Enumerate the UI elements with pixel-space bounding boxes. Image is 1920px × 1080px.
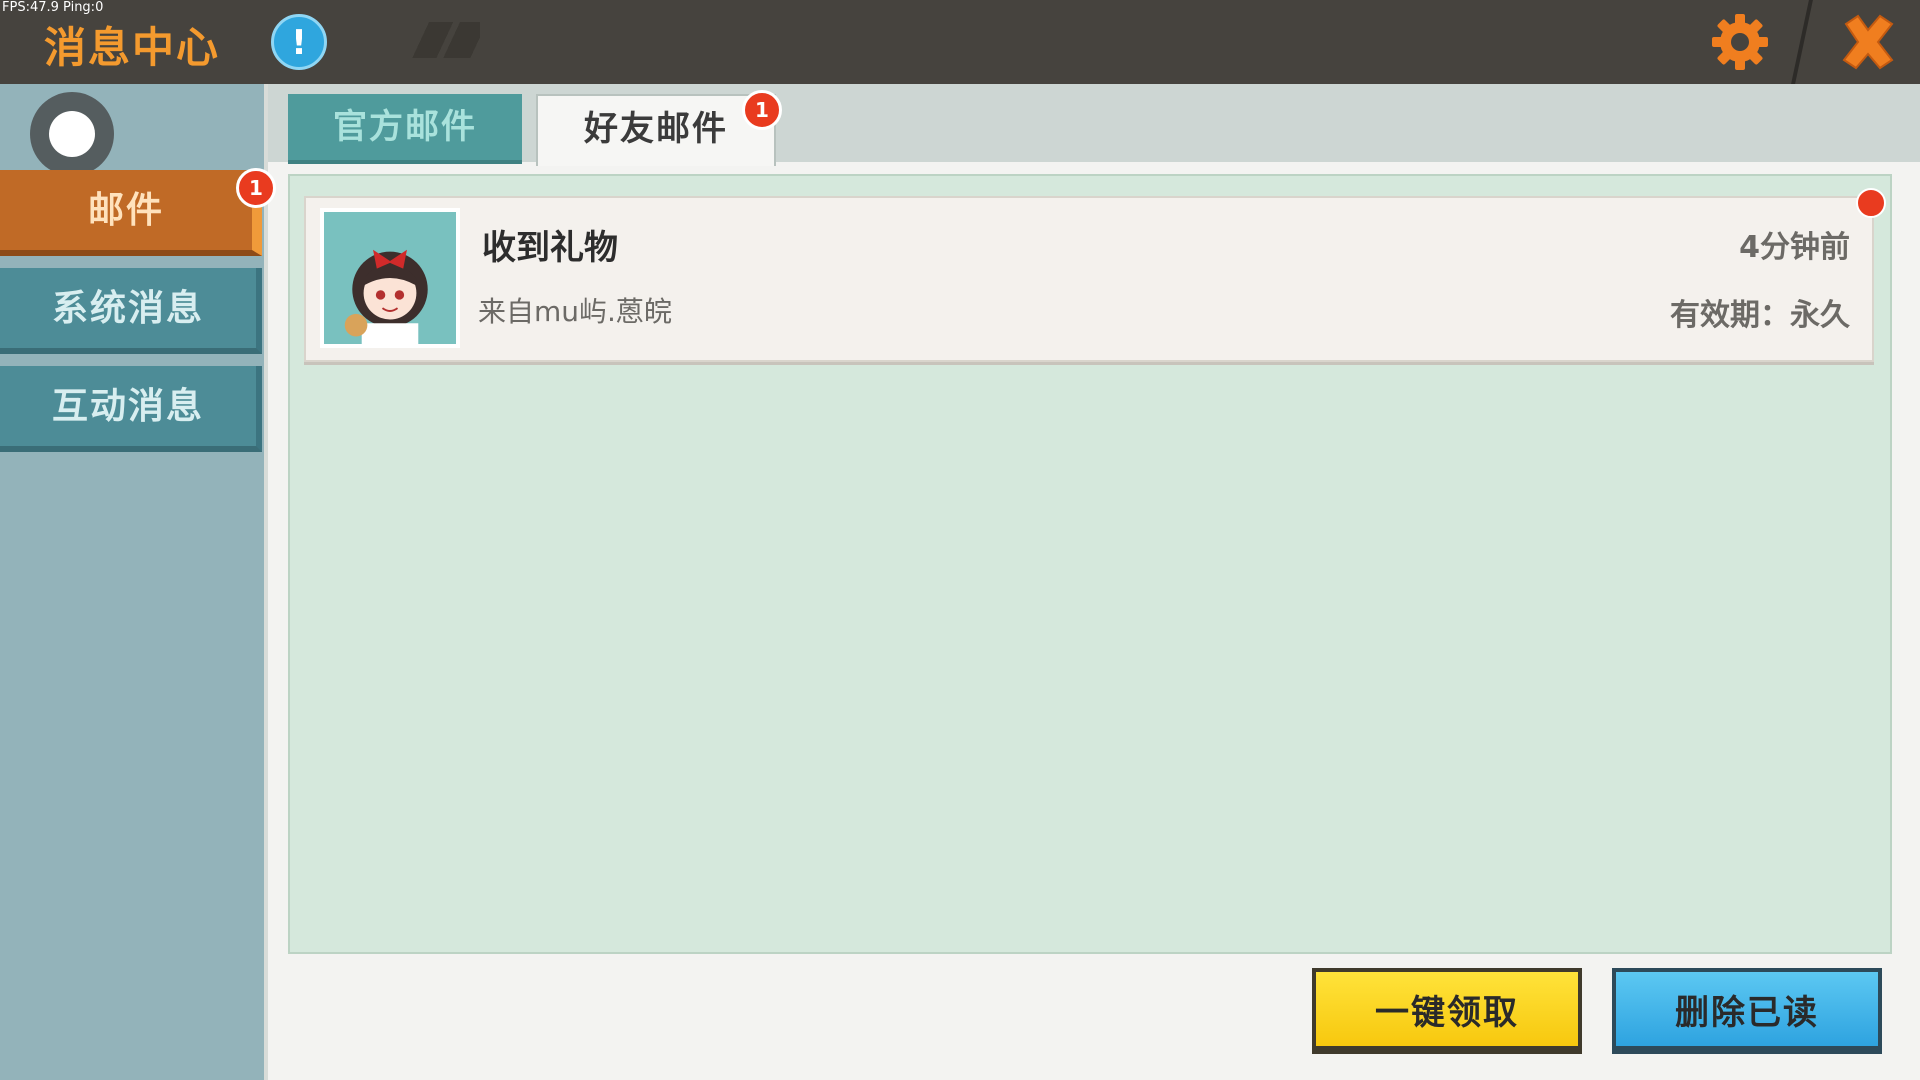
toggle-knob — [49, 111, 95, 157]
mail-validity: 有效期：永久 — [1670, 298, 1850, 333]
sidebar-toggle[interactable] — [30, 92, 114, 176]
exclamation-icon: ! — [291, 23, 307, 63]
mail-title: 收到礼物 — [482, 228, 618, 268]
sidebar-item-system-messages[interactable]: 系统消息 — [0, 268, 262, 354]
info-button[interactable]: ! — [271, 14, 327, 70]
sidebar-item-label: 互动消息 — [51, 386, 204, 427]
unread-indicator — [1856, 188, 1886, 218]
sidebar-item-label: 邮件 — [87, 190, 164, 231]
mail-sender: 来自mu屿.蒽皖 — [478, 295, 672, 328]
tab-official-mail[interactable]: 官方邮件 — [288, 94, 522, 164]
fps-readout: FPS:47.9 Ping:0 — [2, 0, 104, 15]
sidebar-item-interaction-messages[interactable]: 互动消息 — [0, 366, 262, 452]
claim-all-button[interactable]: 一键领取 — [1312, 968, 1582, 1054]
sidebar-divider — [264, 84, 268, 1080]
delete-read-button[interactable]: 删除已读 — [1612, 968, 1882, 1054]
sender-avatar — [320, 208, 460, 348]
page-title: 消息中心 — [44, 23, 221, 72]
gear-icon[interactable] — [1708, 10, 1772, 74]
tab-friend-mail[interactable]: 好友邮件 — [536, 94, 776, 166]
sidebar-item-label: 系统消息 — [51, 288, 204, 329]
mail-badge: 1 — [236, 168, 276, 208]
mail-time: 4分钟前 — [1739, 230, 1850, 265]
header-decoration — [400, 22, 480, 58]
close-icon[interactable] — [1836, 10, 1900, 74]
sidebar-item-mail[interactable]: 邮件 — [0, 170, 262, 256]
friend-mail-badge: 1 — [742, 90, 782, 130]
